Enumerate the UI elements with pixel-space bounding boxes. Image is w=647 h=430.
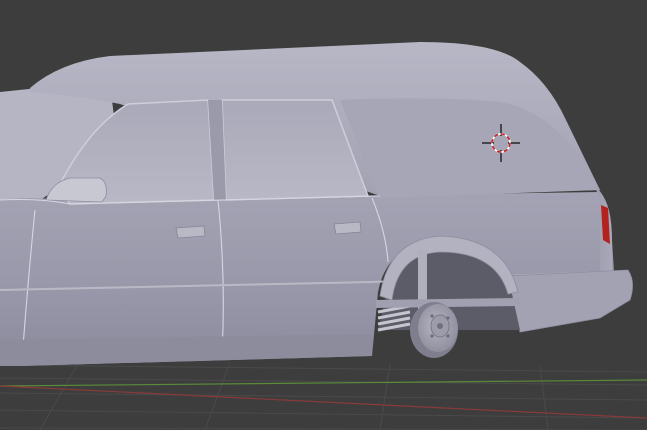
y-axis-line: [0, 379, 647, 387]
3d-viewport[interactable]: [0, 0, 647, 430]
floor-grid: [0, 359, 647, 430]
front-door-handle[interactable]: [175, 225, 206, 239]
rear-door-handle[interactable]: [333, 221, 362, 235]
viewport-scene[interactable]: [0, 0, 647, 430]
x-axis-line: [0, 385, 647, 419]
rear-bumper[interactable]: [504, 269, 633, 333]
brake-drum[interactable]: [410, 302, 458, 358]
